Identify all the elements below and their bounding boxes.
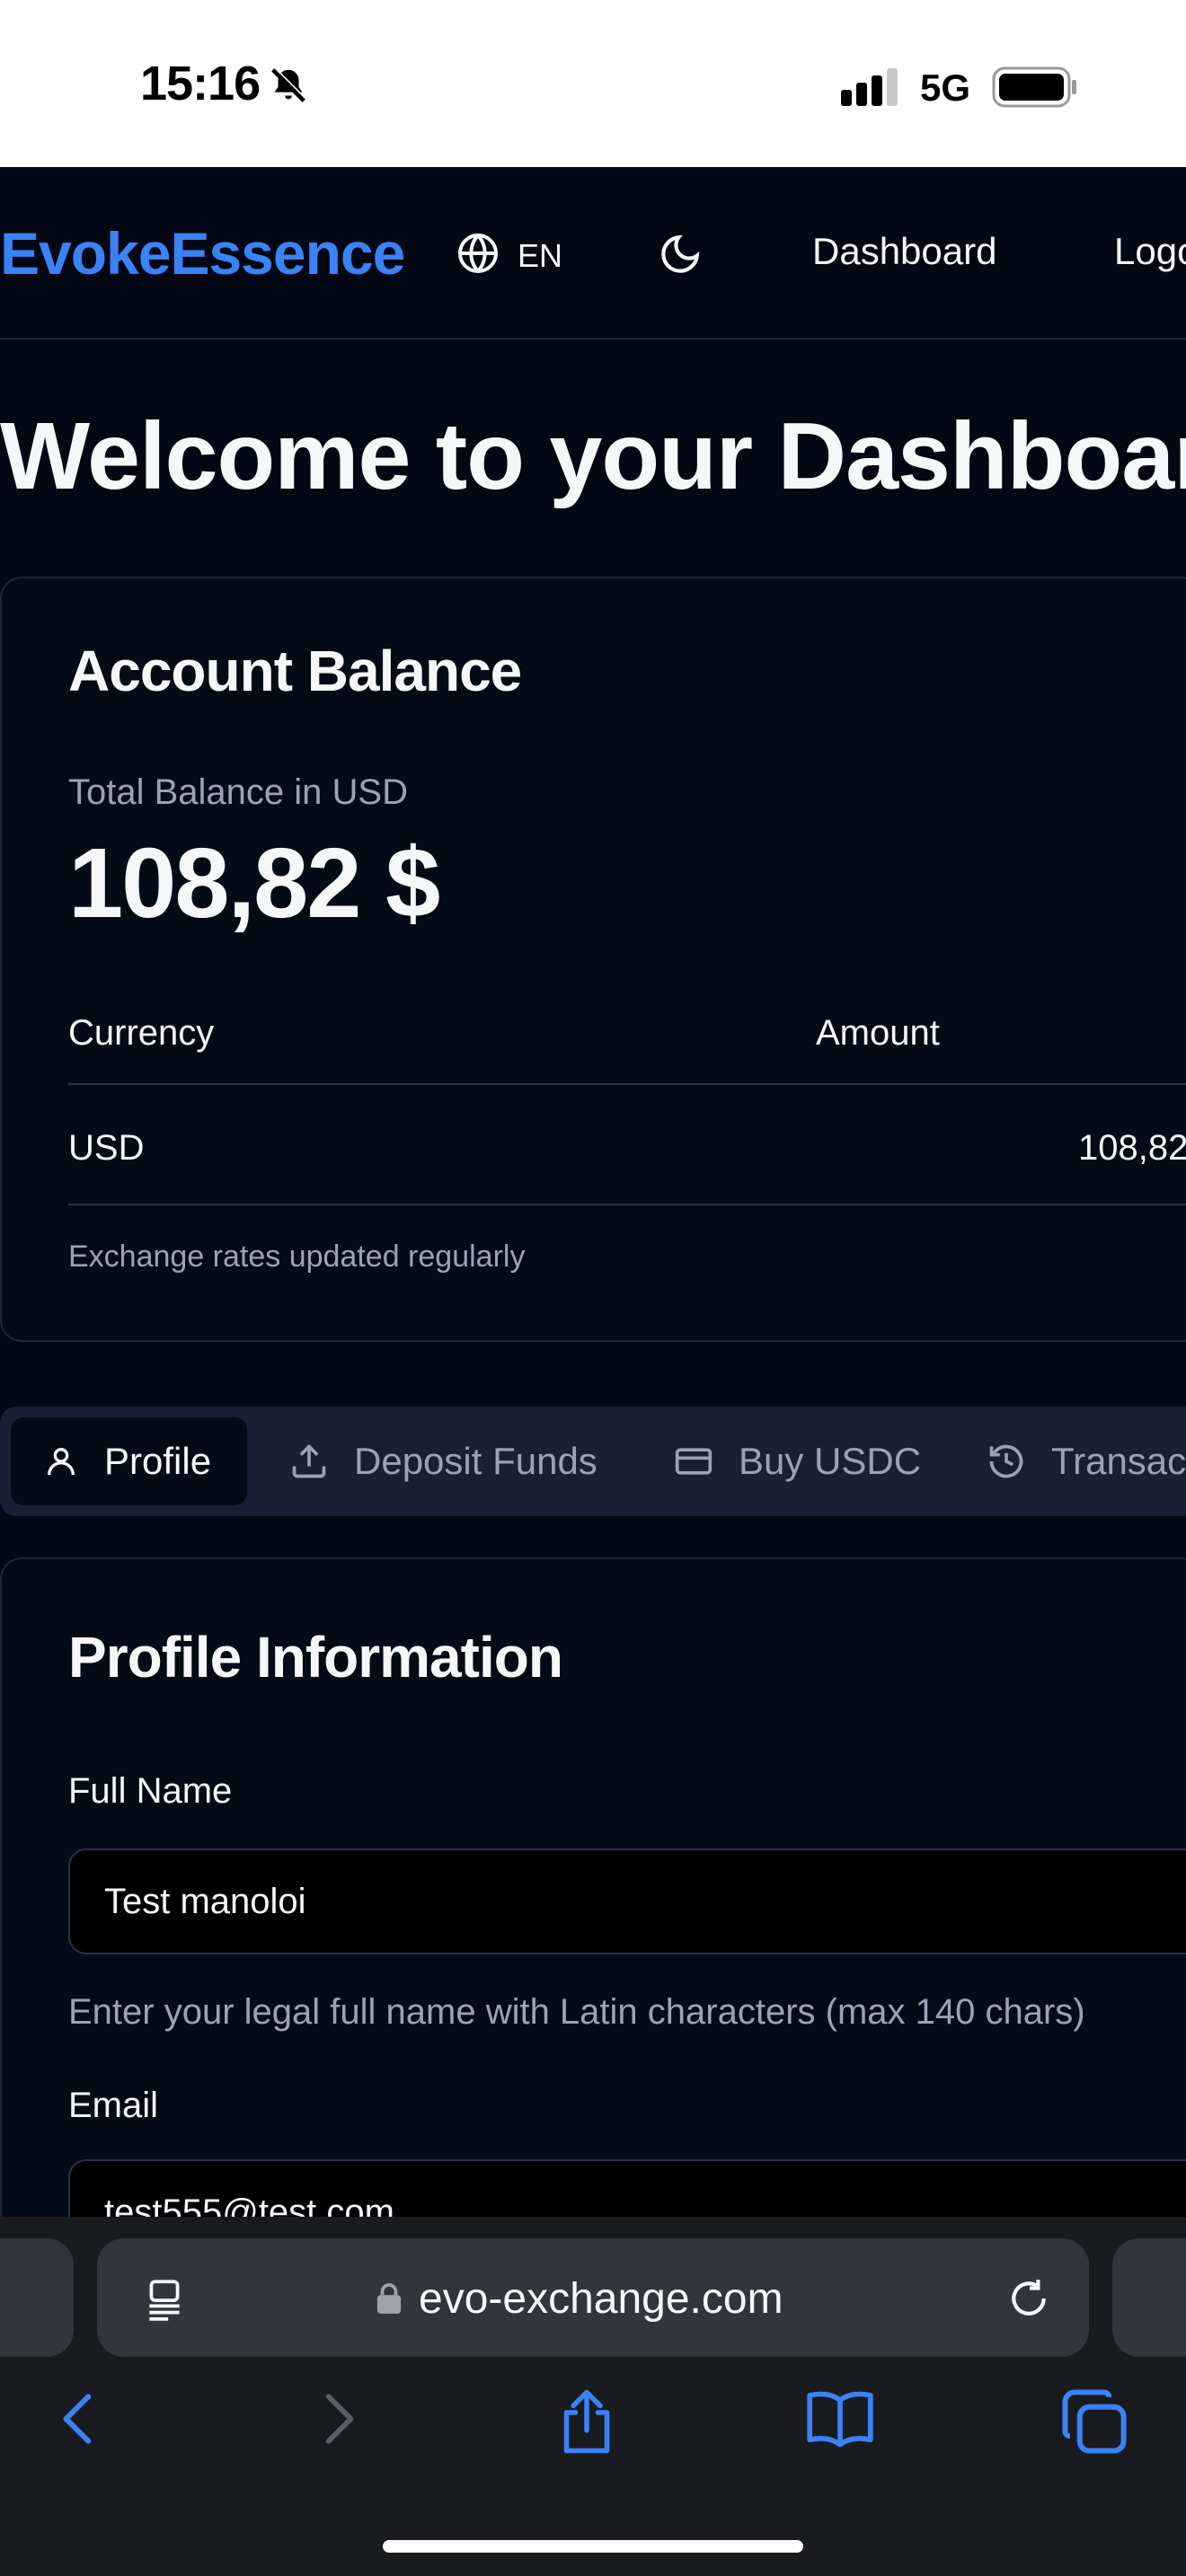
language-code: EN <box>518 236 563 274</box>
previous-tab-preview[interactable] <box>0 2238 74 2357</box>
url-text[interactable]: evo-exchange.com <box>419 2274 783 2324</box>
tab-buy-usdc[interactable]: Buy USDC <box>674 1417 921 1505</box>
tab-profile[interactable]: Profile <box>11 1417 248 1505</box>
tab-buy-usdc-label: Buy USDC <box>739 1440 922 1482</box>
moon-icon <box>661 234 700 273</box>
status-time: 15:16 <box>140 57 261 110</box>
browser-chrome: evo-exchange.com <box>0 2217 1186 2576</box>
nav-dashboard-link[interactable]: Dashboard <box>812 230 996 273</box>
total-balance-label: Total Balance in USD <box>68 772 408 812</box>
top-navigation: EvokeEssence EN Dashboard Logo <box>0 167 1186 340</box>
profile-card-title: Profile Information <box>68 1625 563 1689</box>
dashboard-tabs: Profile Deposit Funds Buy USDC Transac <box>0 1407 1186 1516</box>
user-icon <box>48 1448 75 1476</box>
bookmarks-icon[interactable] <box>805 2387 875 2455</box>
page-menu-icon[interactable] <box>142 2276 187 2325</box>
home-indicator <box>383 2540 803 2553</box>
account-balance-card: Account Balance Total Balance in USD 108… <box>0 577 1186 1342</box>
full-name-input[interactable]: Test manoloi <box>68 1848 1186 1954</box>
lock-icon <box>376 2281 403 2320</box>
battery-icon <box>992 66 1078 112</box>
back-icon[interactable] <box>54 2387 102 2455</box>
address-bar[interactable]: evo-exchange.com <box>97 2238 1089 2357</box>
page-title: Welcome to your Dashboar <box>0 403 1186 509</box>
web-page: EvokeEssence EN Dashboard Logo Welcome t… <box>0 167 1186 2217</box>
reload-icon[interactable] <box>1006 2276 1051 2325</box>
tabs-icon[interactable] <box>1060 2387 1128 2460</box>
email-input[interactable]: test555@test.com <box>68 2159 1186 2217</box>
tab-deposit-funds[interactable]: Deposit Funds <box>289 1417 597 1505</box>
profile-information-card: Profile Information Full Name Test manol… <box>0 1557 1186 2217</box>
full-name-label: Full Name <box>68 1771 233 1811</box>
row-currency: USD <box>68 1128 145 1168</box>
status-bar: 15:16 5G <box>0 0 1186 167</box>
table-row-divider <box>68 1204 1186 1205</box>
tab-transactions-label: Transac <box>1051 1440 1186 1482</box>
upload-icon <box>292 1443 326 1478</box>
total-balance-value: 108,82 $ <box>68 828 440 939</box>
tab-transactions[interactable]: Transac <box>987 1417 1186 1505</box>
email-label: Email <box>68 2086 159 2125</box>
globe-icon <box>456 232 500 279</box>
language-switcher[interactable]: EN <box>456 232 562 279</box>
network-type: 5G <box>920 66 971 109</box>
balance-card-title: Account Balance <box>68 639 522 703</box>
silent-bell-icon <box>268 65 309 110</box>
cellular-signal-icon <box>841 68 900 110</box>
tab-deposit-label: Deposit Funds <box>354 1440 597 1482</box>
full-name-help-text: Enter your legal full name with Latin ch… <box>68 1992 1085 2032</box>
nav-logout-link[interactable]: Logo <box>1114 230 1186 273</box>
history-icon <box>989 1444 1023 1478</box>
forward-icon[interactable] <box>314 2387 363 2455</box>
table-header-currency: Currency <box>68 1013 215 1053</box>
exchange-rate-note: Exchange rates updated regularly <box>68 1239 526 1274</box>
credit-card-icon <box>675 1448 712 1475</box>
dark-mode-toggle[interactable] <box>658 232 703 281</box>
table-header-amount: Amount <box>816 1013 940 1053</box>
tab-profile-label: Profile <box>104 1440 212 1482</box>
table-header-divider <box>68 1083 1186 1085</box>
share-icon[interactable] <box>555 2387 618 2460</box>
brand-logo[interactable]: EvokeEssence <box>0 219 405 287</box>
row-amount: 108,82 <box>1078 1128 1186 1168</box>
next-tab-preview[interactable] <box>1112 2238 1186 2357</box>
